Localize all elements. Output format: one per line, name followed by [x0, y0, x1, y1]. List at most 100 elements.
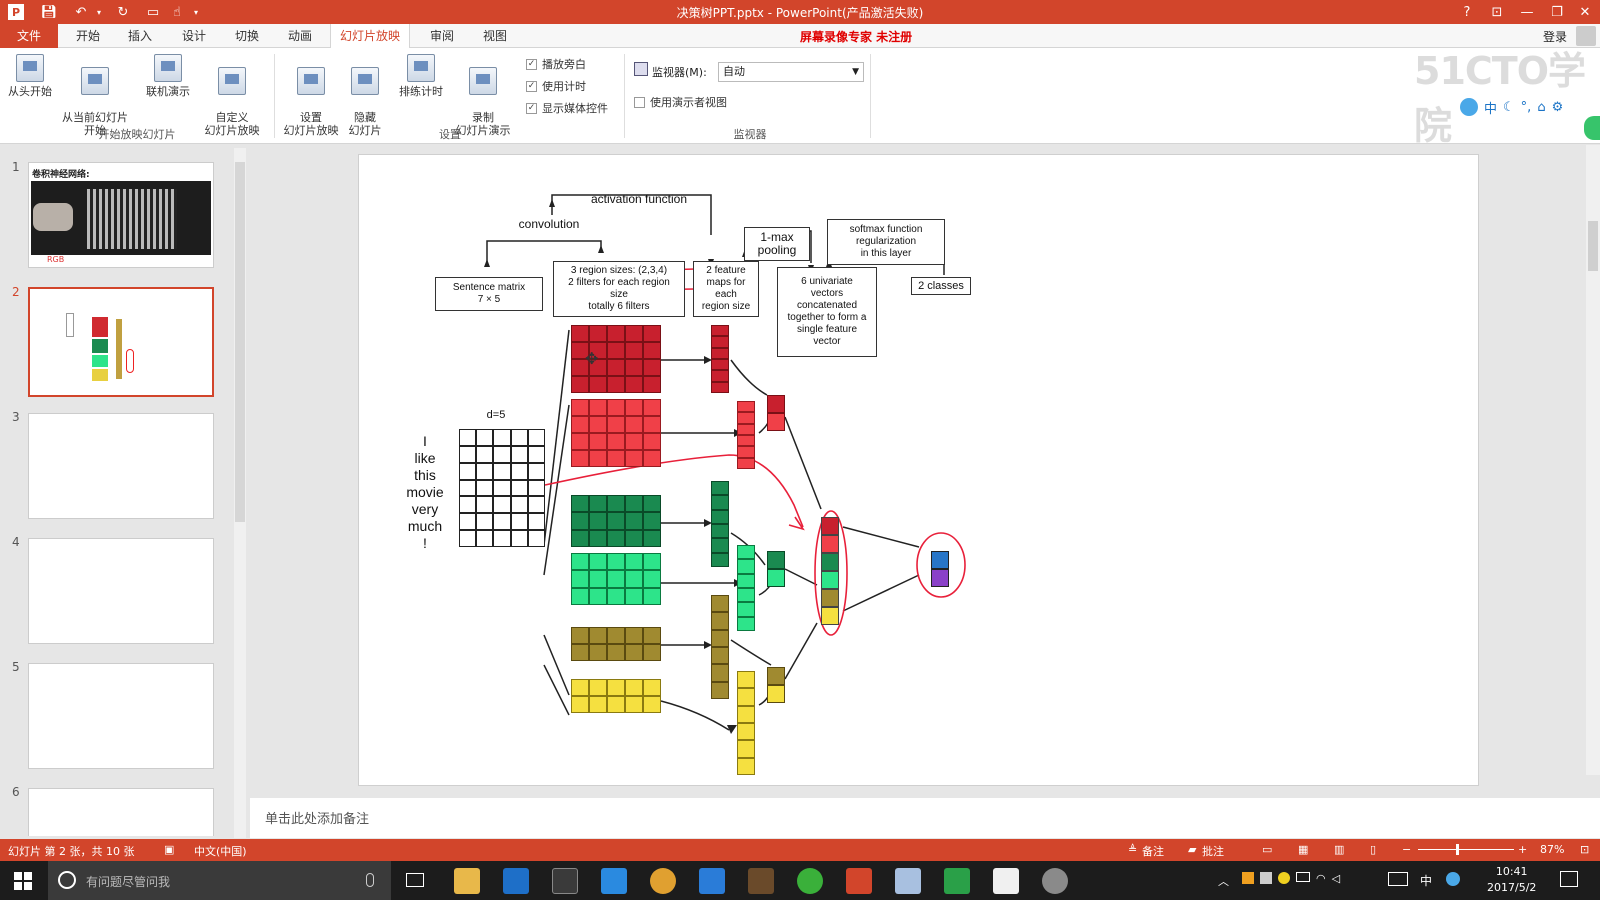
ime-status-icon[interactable]: [1446, 872, 1460, 886]
screen-recorder-icon[interactable]: [748, 868, 774, 894]
mini-block: [116, 319, 122, 379]
volume-icon[interactable]: ◁: [1332, 872, 1340, 888]
tray-expand-icon[interactable]: ︿: [1218, 873, 1229, 889]
app-icon[interactable]: [944, 868, 970, 894]
cortana-search-box[interactable]: 有问题尽管问我: [48, 861, 391, 900]
app-icon[interactable]: [993, 868, 1019, 894]
task-view-icon[interactable]: [406, 873, 424, 887]
grid-cell: [625, 570, 643, 588]
keyboard-icon[interactable]: [1388, 872, 1408, 886]
app-icon[interactable]: [699, 868, 725, 894]
sentence-matrix-box: Sentence matrix 7 × 5: [435, 277, 543, 311]
tab-view[interactable]: 视图: [477, 24, 513, 48]
grid-cell: [493, 496, 511, 514]
chrome-browser-icon[interactable]: [650, 868, 676, 894]
thumbnail-slide-6[interactable]: [28, 788, 214, 836]
thumbnail-slide-4[interactable]: [28, 538, 214, 644]
slide-canvas[interactable]: activation function convolution 1-max po…: [358, 154, 1479, 786]
grid-cell: [571, 495, 589, 513]
thumbnail-slide-3[interactable]: [28, 413, 214, 519]
monitor-select[interactable]: 自动 ▼: [718, 62, 864, 82]
float-badge-icon[interactable]: [1584, 116, 1600, 140]
zoom-slider[interactable]: [1418, 849, 1514, 850]
from-beginning-button[interactable]: 从头开始: [4, 54, 56, 98]
present-online-label: 联机演示: [146, 85, 190, 98]
powerpoint-taskbar-icon[interactable]: [846, 868, 872, 894]
tab-design[interactable]: 设计: [176, 24, 212, 48]
help-icon[interactable]: ?: [1452, 0, 1482, 24]
tab-insert[interactable]: 插入: [122, 24, 158, 48]
filter-olive: [571, 627, 661, 661]
tray-icon[interactable]: [1260, 872, 1272, 884]
battery-icon[interactable]: [1296, 872, 1310, 882]
notes-pane[interactable]: 单击此处添加备注: [250, 798, 1600, 838]
thumbnail-slide-2[interactable]: [28, 287, 214, 397]
reading-view-icon[interactable]: ▥: [1334, 843, 1344, 856]
close-button[interactable]: ✕: [1570, 0, 1600, 24]
tab-file[interactable]: 文件: [0, 24, 58, 48]
scrollbar-thumb[interactable]: [235, 162, 245, 522]
grid-cell: [643, 450, 661, 467]
scrollbar-thumb[interactable]: [1588, 221, 1598, 271]
tab-review[interactable]: 审阅: [424, 24, 460, 48]
group-separator: [624, 54, 625, 138]
minimize-button[interactable]: —: [1512, 0, 1542, 24]
ribbon-display-icon[interactable]: ⊡: [1482, 0, 1512, 24]
show-media-controls-checkbox[interactable]: ✓ 显示媒体控件: [526, 100, 608, 116]
tab-transitions[interactable]: 切换: [229, 24, 265, 48]
spellcheck-icon[interactable]: ▣: [164, 843, 174, 856]
slideshow-view-icon[interactable]: ▯: [1370, 843, 1376, 856]
comments-icon[interactable]: ▰: [1188, 843, 1196, 856]
grid-cell: [625, 399, 643, 416]
tab-home[interactable]: 开始: [70, 24, 106, 48]
microphone-icon[interactable]: [366, 873, 374, 887]
grid-cell: [476, 429, 494, 446]
grid-cell: [711, 325, 729, 337]
play-narrations-checkbox[interactable]: ✓ 播放旁白: [526, 56, 586, 72]
slide-scrollbar[interactable]: [1586, 145, 1600, 775]
grid-cell: [527, 479, 545, 497]
tab-animations[interactable]: 动画: [282, 24, 318, 48]
grid-cell: [711, 359, 729, 371]
zoom-out-icon[interactable]: −: [1402, 843, 1411, 856]
zoom-level[interactable]: 87%: [1540, 843, 1564, 856]
thumbnail-scrollbar[interactable]: [234, 148, 246, 838]
thumbnail-slide-1[interactable]: 卷积神经网络: RGB: [28, 162, 214, 268]
notes-toggle[interactable]: 备注: [1142, 843, 1164, 859]
store-icon[interactable]: [552, 868, 578, 894]
tray-icon[interactable]: [1242, 872, 1254, 884]
presenter-view-label: 使用演示者视图: [650, 96, 727, 109]
presenter-view-checkbox[interactable]: 使用演示者视图: [634, 94, 727, 110]
word: this: [414, 467, 436, 483]
app-icon[interactable]: [797, 868, 823, 894]
notes-icon[interactable]: ≜: [1128, 843, 1137, 856]
rehearse-timings-button[interactable]: 排练计时: [394, 54, 448, 98]
tab-slideshow[interactable]: 幻灯片放映: [330, 24, 410, 49]
app-icon[interactable]: [601, 868, 627, 894]
present-online-button[interactable]: 联机演示: [140, 54, 196, 98]
use-timings-checkbox[interactable]: ✓ 使用计时: [526, 78, 586, 94]
slide-sorter-icon[interactable]: ▦: [1298, 843, 1308, 856]
zoom-slider-thumb[interactable]: [1456, 844, 1459, 855]
language-indicator[interactable]: 中文(中国): [194, 843, 247, 859]
thumbnail-slide-5[interactable]: [28, 663, 214, 769]
restore-button[interactable]: ❐: [1542, 0, 1572, 24]
grid-cell: [459, 513, 477, 531]
edge-browser-icon[interactable]: [503, 868, 529, 894]
zoom-in-icon[interactable]: +: [1518, 843, 1527, 856]
app-icon[interactable]: [895, 868, 921, 894]
comments-toggle[interactable]: 批注: [1202, 843, 1224, 859]
tray-icon[interactable]: [1278, 872, 1290, 884]
wifi-icon[interactable]: ◠: [1316, 872, 1326, 888]
clock[interactable]: 10:41 2017/5/2: [1487, 864, 1536, 896]
windows-start-icon[interactable]: [14, 872, 32, 890]
grid-cell: [476, 462, 494, 480]
app-icon[interactable]: [1042, 868, 1068, 894]
grid-cell: [711, 524, 729, 539]
normal-view-icon[interactable]: ▭: [1262, 843, 1272, 856]
action-center-icon[interactable]: [1560, 871, 1578, 887]
fit-to-window-icon[interactable]: ⊡: [1580, 843, 1589, 856]
ime-indicator[interactable]: 中: [1420, 872, 1432, 889]
file-explorer-icon[interactable]: [454, 868, 480, 894]
ime-toolbar[interactable]: 中 ☾ °, ⌂ ⚙︎: [1456, 94, 1596, 120]
